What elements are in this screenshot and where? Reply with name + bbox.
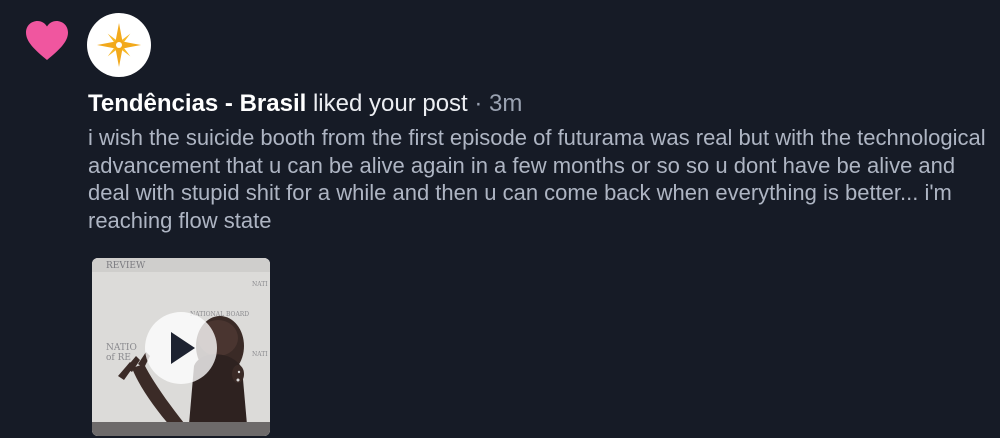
notification-headline: Tendências - Brasil liked your post · 3m (88, 89, 522, 119)
svg-text:NATIO: NATIO (106, 343, 137, 353)
play-button[interactable] (145, 312, 217, 384)
author-name[interactable]: Tendências - Brasil (88, 90, 306, 117)
post-text[interactable]: i wish the suicide booth from the first … (88, 124, 993, 234)
svg-text:NATI: NATI (252, 351, 268, 358)
svg-text:NATI: NATI (252, 281, 268, 288)
play-icon (171, 332, 195, 364)
svg-text:REVIEW: REVIEW (106, 261, 146, 271)
compass-star-icon (97, 23, 141, 67)
avatar[interactable] (87, 13, 151, 77)
notification-action: liked your post (306, 90, 468, 117)
heart-icon (25, 20, 69, 62)
like-notification[interactable]: Tendências - Brasil liked your post · 3m… (0, 0, 1000, 438)
separator-dot: · (467, 90, 490, 117)
svg-text:of RE: of RE (106, 353, 131, 363)
timestamp: 3m (489, 90, 523, 117)
